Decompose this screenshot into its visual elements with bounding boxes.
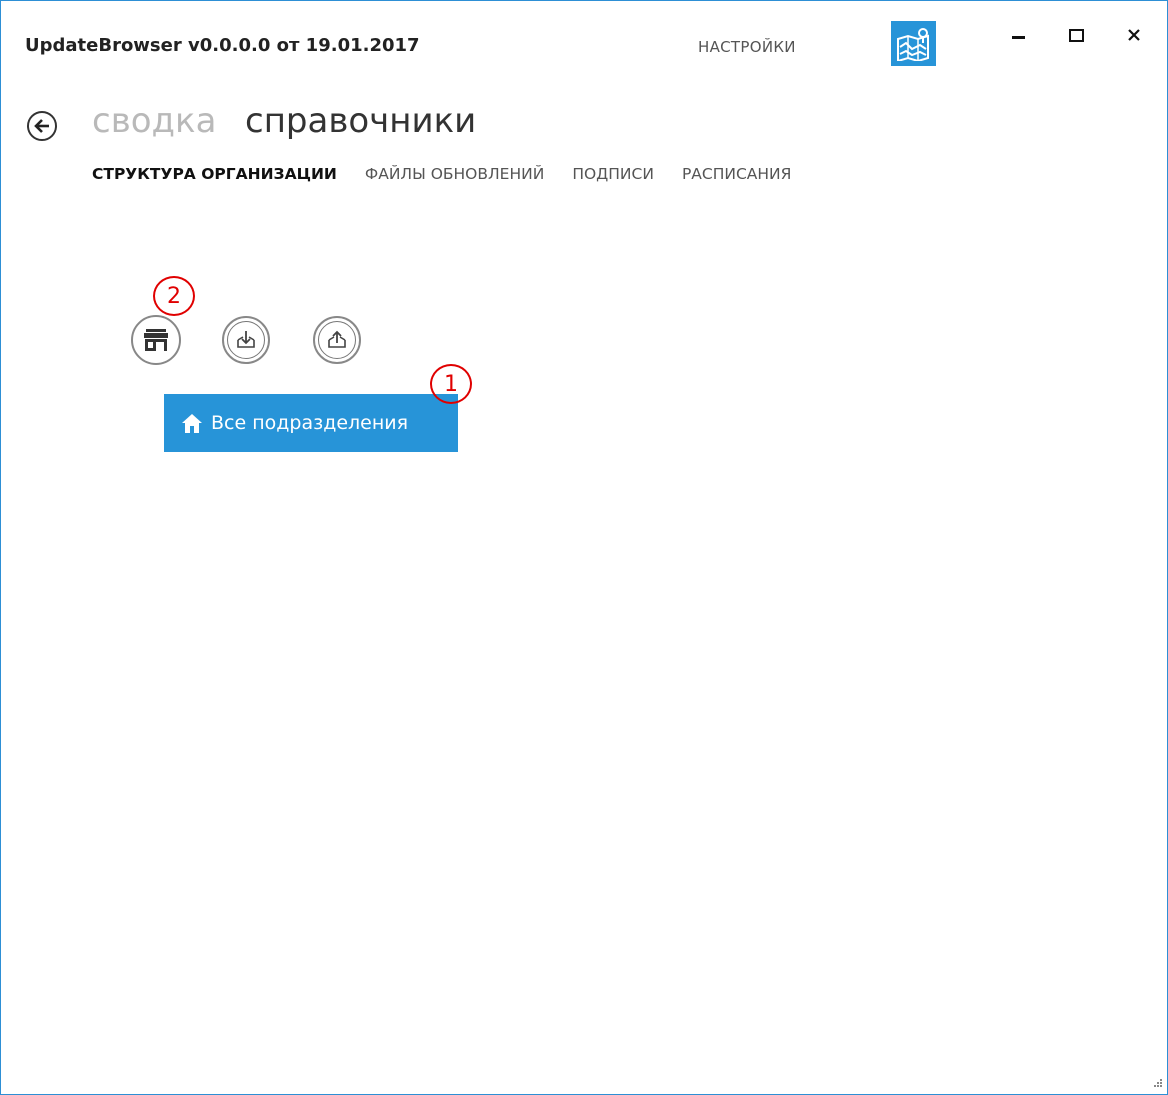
tab-signatures[interactable]: ПОДПИСИ [572,165,654,183]
maximize-icon [1068,28,1084,42]
tab-org-structure[interactable]: СТРУКТУРА ОРГАНИЗАЦИИ [92,165,337,183]
tab-schedules[interactable]: РАСПИСАНИЯ [682,165,791,183]
maximize-button[interactable] [1056,17,1096,53]
map-logo-icon [896,27,929,61]
add-division-button[interactable] [131,315,181,365]
app-window: UpdateBrowser v0.0.0.0 от 19.01.2017 НАС… [0,0,1168,1095]
home-icon [182,414,202,433]
tree-node-label: Все подразделения [211,412,409,434]
page-title: справочники [245,101,477,141]
annotation-marker-2: 2 [153,276,195,316]
tree-node-all-divisions[interactable]: Все подразделения [164,394,458,452]
title-bar: UpdateBrowser v0.0.0.0 от 19.01.2017 НАС… [1,1,1167,91]
tab-bar: СТРУКТУРА ОРГАНИЗАЦИИ ФАЙЛЫ ОБНОВЛЕНИЙ П… [92,165,819,183]
minimize-button[interactable] [998,17,1038,53]
close-button[interactable] [1114,17,1154,53]
import-icon [237,331,255,348]
tab-update-files[interactable]: ФАЙЛЫ ОБНОВЛЕНИЙ [365,165,544,183]
close-icon [1128,29,1140,41]
app-logo [891,21,936,66]
breadcrumb-summary[interactable]: сводка [92,101,216,141]
resize-grip-icon[interactable] [1149,1076,1163,1090]
import-button[interactable] [222,316,270,364]
import-icon-ring [227,321,265,359]
settings-link[interactable]: НАСТРОЙКИ [698,38,796,56]
export-icon-ring [318,321,356,359]
back-arrow-icon [34,119,49,133]
export-icon [328,330,346,348]
minimize-icon [1011,35,1025,39]
annotation-marker-1: 1 [430,364,472,404]
app-title: UpdateBrowser v0.0.0.0 от 19.01.2017 [25,35,420,56]
store-icon [144,329,168,351]
back-button[interactable] [27,111,57,141]
export-button[interactable] [313,316,361,364]
